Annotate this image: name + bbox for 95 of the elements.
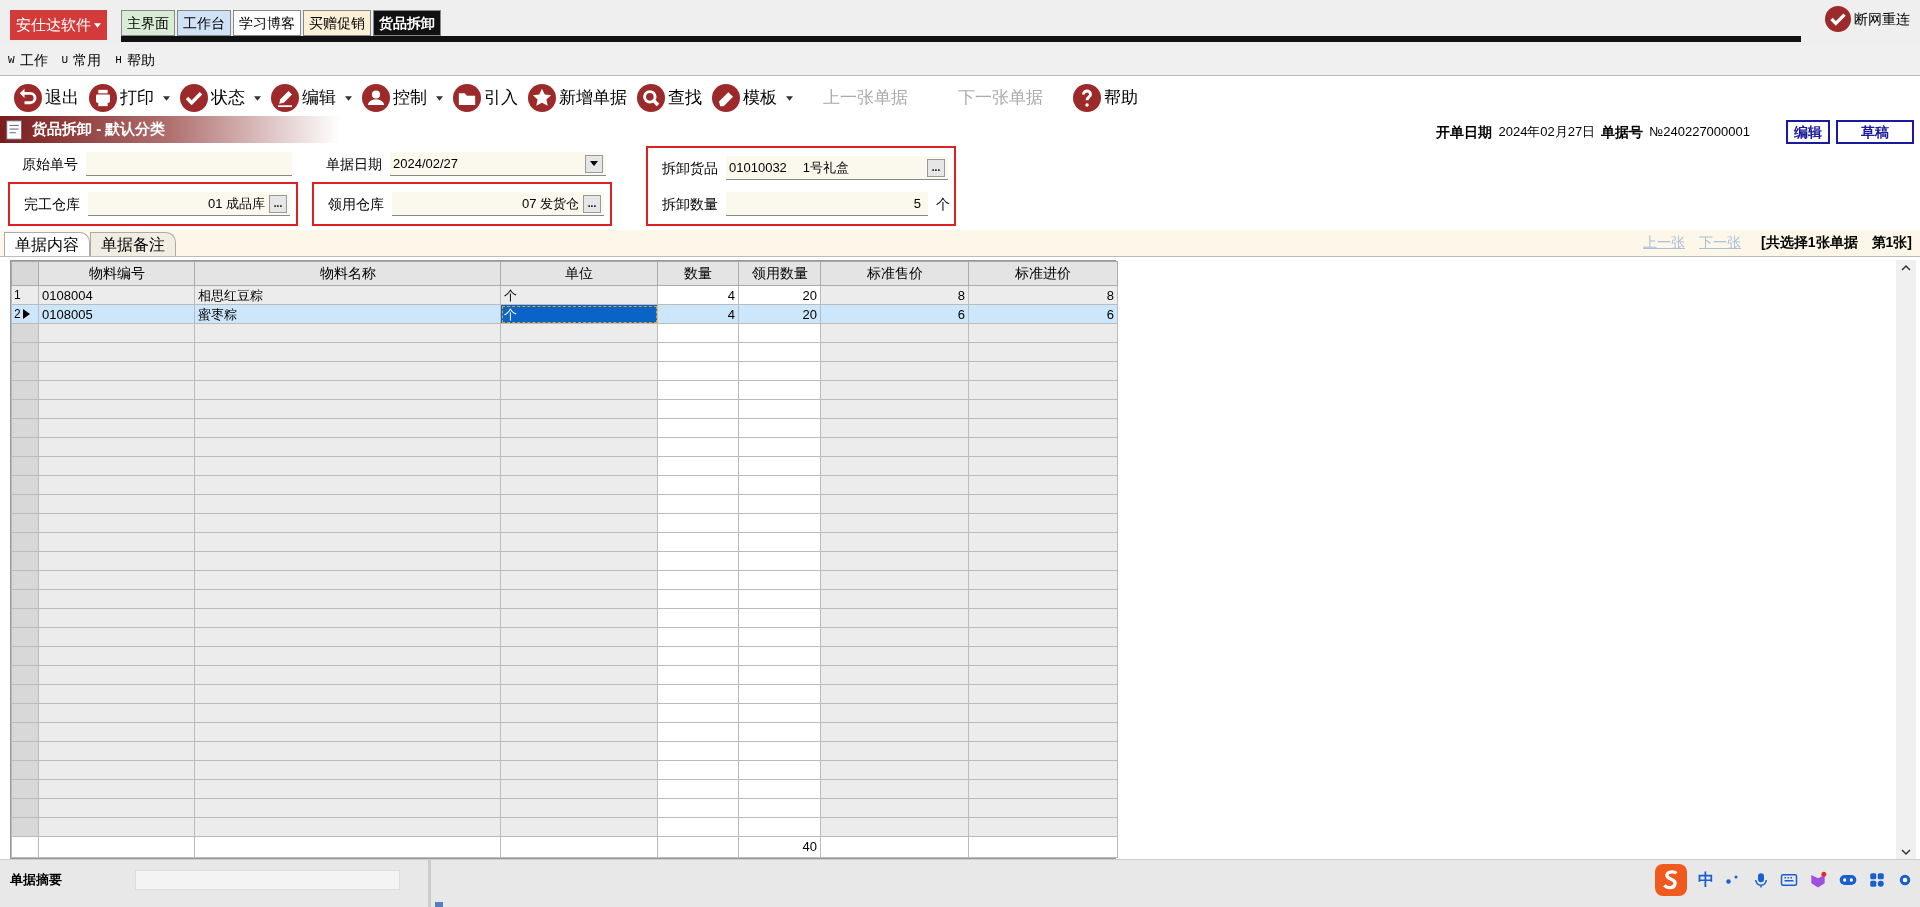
table-cell: 8	[968, 285, 1118, 305]
pencil-icon	[271, 84, 299, 112]
toolbar-button: 下一张单据	[938, 85, 1063, 111]
eraser-icon	[712, 84, 740, 112]
check-icon	[1825, 6, 1851, 32]
table-cell: 20	[738, 304, 821, 324]
table-cell: 0108005	[38, 304, 195, 324]
menu-item[interactable]: H 帮助	[115, 50, 155, 71]
current-row-icon	[22, 309, 30, 319]
apps-icon[interactable]	[1868, 871, 1886, 889]
toolbar-button[interactable]: 编辑	[271, 84, 352, 112]
header-button[interactable]: 编辑	[1786, 120, 1830, 144]
printer-icon	[89, 84, 117, 112]
previous-link: 上一张	[1643, 232, 1686, 253]
scrollbar[interactable]	[1896, 260, 1916, 860]
ime-logo-icon[interactable]	[1654, 864, 1688, 896]
splitter-handle[interactable]	[435, 902, 443, 907]
document-number: №240227000001	[1649, 123, 1750, 142]
table-cell: 6	[968, 304, 1118, 324]
toolbar-button[interactable]: 打印	[89, 84, 170, 112]
table-cell: 蜜枣粽	[194, 304, 501, 324]
toolbar-button[interactable]: 状态	[180, 84, 261, 112]
input-field[interactable]	[86, 152, 292, 176]
tab[interactable]: 单据备注	[90, 232, 176, 256]
tab[interactable]: 工作台	[177, 10, 231, 36]
column-header[interactable]: 标准售价	[820, 261, 969, 286]
toolbar-button: 上一张单据	[803, 85, 928, 111]
toolbar-button[interactable]: 退出	[14, 84, 79, 112]
toolbar-button[interactable]: 引入	[453, 84, 518, 112]
field-label: 领用仓库	[328, 194, 384, 214]
table-cell: 6	[820, 304, 969, 324]
total-cell: 40	[738, 836, 821, 857]
toolbar-button[interactable]: 控制	[362, 84, 443, 112]
input-field[interactable]: 5	[726, 192, 928, 216]
header-button[interactable]: 草稿	[1836, 120, 1914, 144]
picker-button[interactable]: ...	[583, 194, 601, 213]
scroll-down-icon[interactable]	[1901, 848, 1911, 856]
tab[interactable]: 买赠促销	[303, 10, 371, 36]
field-label: 拆卸货品	[662, 158, 718, 178]
field-label: 完工仓库	[24, 194, 80, 214]
toolbar-button[interactable]: 模板	[712, 84, 793, 112]
folder-icon	[453, 84, 481, 112]
next-link: 下一张	[1699, 232, 1742, 253]
keyboard-icon[interactable]	[1780, 871, 1798, 889]
input-field[interactable]: 01 成品库 ...	[88, 192, 290, 216]
column-header[interactable]: 单位	[500, 261, 658, 286]
input-field[interactable]: 01010032 1号礼盒 ...	[726, 156, 948, 180]
table-cell: 个	[500, 285, 658, 305]
unit-label: 个	[936, 194, 950, 214]
toolbar-button[interactable]: 新增单据	[528, 84, 627, 112]
document-title: 货品拆卸 - 默认分类	[32, 119, 166, 140]
toolbar-button[interactable]: 帮助	[1073, 84, 1138, 112]
column-header[interactable]: 标准进价	[968, 261, 1118, 286]
column-header[interactable]: 领用数量	[738, 261, 821, 286]
tab[interactable]: 单据内容	[4, 232, 90, 256]
check-icon	[180, 84, 208, 112]
undo-icon	[14, 84, 42, 112]
table-cell: 8	[820, 285, 969, 305]
open-date-label: 开单日期	[1436, 122, 1493, 142]
dropdown-button[interactable]	[585, 154, 603, 173]
field-label: 原始单号	[22, 154, 78, 174]
menu-item[interactable]: W 工作	[8, 50, 48, 71]
caret-icon	[590, 161, 598, 166]
person-icon	[362, 84, 390, 112]
tab[interactable]: 主界面	[121, 10, 175, 36]
picker-button[interactable]: ...	[927, 158, 945, 177]
brand-menu-button[interactable]: 安仕达软件	[10, 10, 107, 40]
input-field[interactable]: 07 发货仓 ...	[392, 192, 604, 216]
scroll-up-icon[interactable]	[1901, 264, 1911, 272]
selection-summary: [共选择1张单据 第1张]	[1761, 233, 1912, 252]
column-header[interactable]: 数量	[657, 261, 739, 286]
row-header[interactable]: 2	[11, 304, 39, 324]
field-label: 单据日期	[326, 154, 382, 174]
row-header[interactable]: 1	[11, 285, 39, 305]
microphone-icon[interactable]	[1752, 871, 1770, 889]
input-field[interactable]: 2024/02/27	[390, 152, 606, 176]
search-icon	[637, 84, 665, 112]
table-cell: 0108004	[38, 285, 195, 305]
caret-icon	[94, 22, 101, 28]
menu-item[interactable]: U 常用	[61, 50, 102, 71]
table-cell: 相思红豆粽	[194, 285, 501, 305]
ime-mode[interactable]: 中	[1698, 868, 1714, 892]
tab[interactable]: 学习博客	[233, 10, 301, 36]
field-label: 单据摘要	[10, 871, 63, 889]
reconnect-button[interactable]: 断网重连	[1825, 6, 1910, 32]
tab[interactable]: 货品拆卸	[373, 10, 441, 36]
toolbar-button[interactable]: 查找	[637, 84, 702, 112]
picker-button[interactable]: ...	[269, 194, 287, 213]
column-header[interactable]: 物料名称	[194, 261, 501, 286]
open-date: 2024年02月27日	[1498, 123, 1596, 142]
table-cell: 4	[657, 304, 739, 324]
document-number-label: 单据号	[1601, 122, 1644, 142]
help-icon	[1073, 84, 1101, 112]
field-label: 拆卸数量	[662, 194, 718, 214]
column-header[interactable]: 物料编号	[38, 261, 195, 286]
